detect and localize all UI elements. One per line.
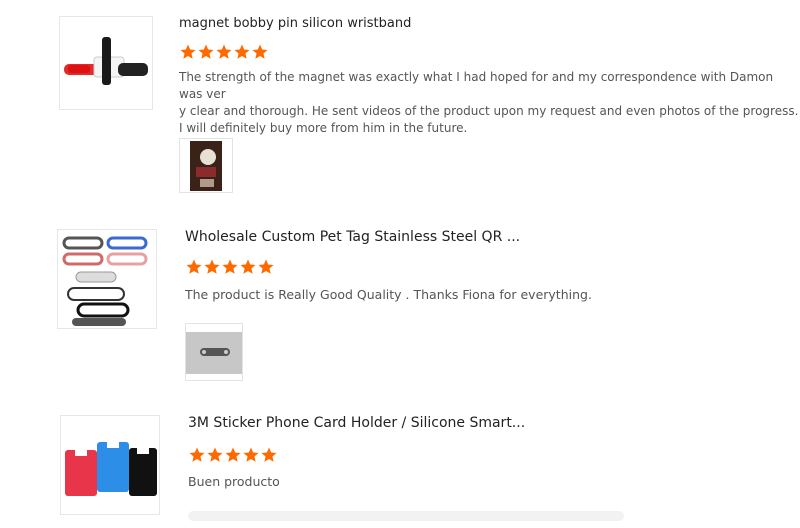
star-icon bbox=[207, 447, 223, 462]
star-rating bbox=[185, 258, 275, 276]
product-thumbnail[interactable] bbox=[60, 415, 160, 515]
star-rating bbox=[188, 446, 278, 464]
product-title[interactable]: Wholesale Custom Pet Tag Stainless Steel… bbox=[185, 229, 520, 245]
review-text-line: I will definitely buy more from him in t… bbox=[179, 121, 468, 135]
star-icon bbox=[243, 447, 259, 462]
wristband-image bbox=[64, 37, 148, 85]
star-icon bbox=[204, 259, 220, 274]
phone-card-holder-image bbox=[65, 442, 157, 496]
star-icon bbox=[225, 447, 241, 462]
star-icon bbox=[234, 44, 250, 59]
star-icon bbox=[189, 447, 205, 462]
review-text-line: The strength of the magnet was exactly w… bbox=[179, 70, 774, 101]
review-text-line: The product is Really Good Quality . Tha… bbox=[185, 287, 592, 302]
product-title[interactable]: 3M Sticker Phone Card Holder / Silicone … bbox=[188, 415, 525, 431]
review-text: The strength of the magnet was exactly w… bbox=[179, 69, 800, 137]
product-title[interactable]: magnet bobby pin silicon wristband bbox=[179, 16, 411, 31]
review-text: Buen producto bbox=[188, 473, 280, 490]
star-icon bbox=[240, 259, 256, 274]
review-text-line: Buen producto bbox=[188, 474, 280, 489]
star-rating bbox=[179, 43, 269, 61]
review-text-line: y clear and thorough. He sent videos of … bbox=[179, 104, 799, 118]
scroll-placeholder bbox=[188, 511, 624, 521]
star-icon bbox=[261, 447, 277, 462]
product-thumbnail[interactable] bbox=[57, 229, 157, 329]
product-thumbnail[interactable] bbox=[59, 16, 153, 110]
review-photo-image bbox=[186, 332, 242, 374]
star-icon bbox=[252, 44, 268, 59]
star-icon bbox=[180, 44, 196, 59]
star-icon bbox=[198, 44, 214, 59]
star-icon bbox=[258, 259, 274, 274]
review-photo-image bbox=[190, 141, 222, 191]
review-photo[interactable] bbox=[179, 138, 233, 193]
star-icon bbox=[186, 259, 202, 274]
pet-tag-image bbox=[62, 236, 148, 326]
star-icon bbox=[216, 44, 232, 59]
star-icon bbox=[222, 259, 238, 274]
review-photo[interactable] bbox=[185, 323, 243, 381]
review-text: The product is Really Good Quality . Tha… bbox=[185, 286, 592, 303]
